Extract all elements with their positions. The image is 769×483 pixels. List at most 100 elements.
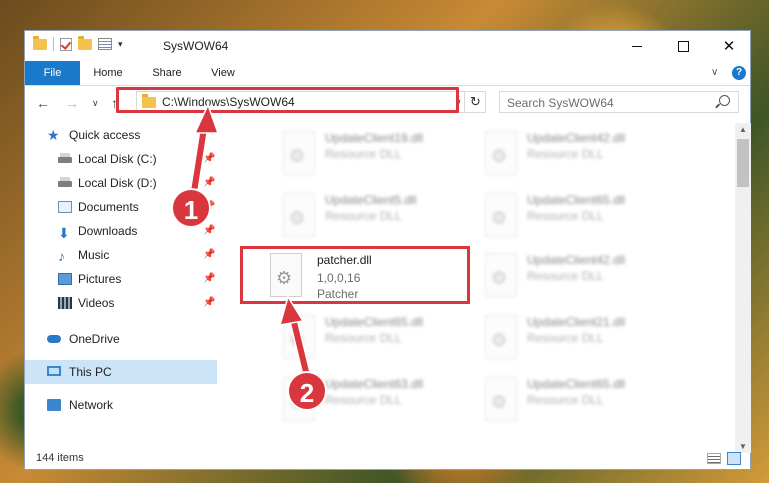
file-description: Resource DLL [527,147,604,161]
sidebar-item-label: Downloads [78,224,138,238]
tab-home[interactable]: Home [87,61,129,85]
file-item[interactable]: ⚙ UpdateClient42.dll Resource DLL [485,127,705,183]
gear-icon: ⚙ [289,330,306,350]
scroll-thumb[interactable] [737,139,749,187]
file-description: Resource DLL [527,331,604,345]
search-box[interactable]: Search SysWOW64 [499,91,739,113]
file-name: UpdateClient65.dll [527,377,626,391]
dll-file-icon: ⚙ [283,131,315,175]
file-name: UpdateClient19.dll [325,131,424,145]
refresh-icon[interactable]: ↻ [464,91,486,113]
tab-view[interactable]: View [203,61,243,85]
this-pc-icon [47,366,61,376]
file-item[interactable]: ⚙ UpdateClient65.dll Resource DLL [283,311,503,367]
properties-check-icon[interactable] [60,37,72,51]
pin-icon[interactable]: 📌 [203,267,215,291]
downloads-icon: ⬇ [58,225,70,241]
file-item[interactable]: ⚙ UpdateClient19.dll Resource DLL [283,127,503,183]
minimize-icon [632,45,642,47]
gear-icon: ⚙ [289,146,306,166]
documents-icon [58,201,72,213]
dll-file-icon: ⚙ [485,315,517,359]
file-description: Resource DLL [527,393,604,407]
dll-file-icon: ⚙ [485,253,517,297]
file-item[interactable]: ⚙ UpdateClient65.dll Resource DLL [485,373,705,429]
sidebar-item-music[interactable]: ♪ Music 📌 [25,243,217,267]
patcher-file-highlight-box [240,246,470,304]
file-description: Resource DLL [325,331,402,345]
file-item[interactable]: ⚙ UpdateClient5.dll Resource DLL [283,189,503,245]
search-icon[interactable] [719,95,730,106]
gear-icon: ⚙ [491,268,508,288]
customize-toolbar-caret-icon[interactable]: ▾ [118,39,123,50]
file-description: Resource DLL [527,209,604,223]
step-2-badge: 2 [287,371,327,411]
dll-file-icon: ⚙ [283,315,315,359]
sidebar-item-network[interactable]: Network [25,393,217,417]
sidebar-item-local-disk-c[interactable]: Local Disk (C:) 📌 [25,147,217,171]
file-name: UpdateClient5.dll [325,193,417,207]
sidebar-item-videos[interactable]: Videos 📌 [25,291,217,315]
dll-file-icon: ⚙ [485,131,517,175]
star-icon: ★ [47,127,60,143]
sidebar-item-label: Network [69,398,114,412]
file-name: UpdateClient21.dll [527,315,626,329]
pin-icon[interactable]: 📌 [203,147,215,171]
back-arrow-icon[interactable]: ← [36,95,50,111]
close-icon: ✕ [722,37,736,55]
gear-icon: ⚙ [289,208,306,228]
maximize-button[interactable] [660,31,706,61]
file-item[interactable]: ⚙ UpdateClient21.dll Resource DLL [485,311,705,367]
close-button[interactable]: ✕ [706,31,752,61]
file-description: Resource DLL [527,269,604,283]
sidebar-item-label: Local Disk (C:) [78,152,157,166]
scroll-up-icon[interactable]: ▲ [739,125,747,134]
sidebar-item-label: Documents [78,200,139,214]
folder-icon[interactable] [33,35,47,50]
file-description: Resource DLL [325,209,402,223]
tab-share[interactable]: Share [145,61,189,85]
sidebar-item-this-pc[interactable]: This PC [25,360,217,384]
pin-icon[interactable]: 📌 [203,243,215,267]
sidebar-item-label: This PC [69,365,112,379]
sidebar-item-label: Videos [78,296,115,310]
details-view-icon[interactable] [707,453,721,464]
gear-icon: ⚙ [491,208,508,228]
sidebar-item-quick-access[interactable]: ★ Quick access [25,123,217,147]
separator [53,37,54,51]
sidebar-item-label: Pictures [78,272,122,286]
large-icons-view-icon[interactable] [727,452,741,465]
sidebar-item-onedrive[interactable]: OneDrive [25,327,217,351]
file-name: UpdateClient63.dll [325,377,424,391]
search-input[interactable]: Search SysWOW64 [507,96,614,110]
status-bar: 144 items [25,449,750,469]
music-icon: ♪ [58,248,65,264]
ribbon-tabs: File Home Share View [25,61,750,86]
onedrive-icon [47,335,61,343]
properties-icon[interactable] [98,38,112,50]
file-name: UpdateClient65.dll [527,193,626,207]
pin-icon[interactable]: 📌 [203,291,215,315]
drive-icon [58,177,72,187]
file-name: UpdateClient65.dll [325,315,424,329]
pin-icon[interactable]: 📌 [203,219,215,243]
navigation-pane: ★ Quick access Local Disk (C:) 📌 Local D… [25,123,221,453]
minimize-button[interactable] [614,31,660,61]
gear-icon: ⚙ [491,146,508,166]
forward-arrow-icon[interactable]: → [65,95,79,111]
sidebar-item-pictures[interactable]: Pictures 📌 [25,267,217,291]
videos-icon [58,297,72,309]
file-item[interactable]: ⚙ UpdateClient42.dll Resource DLL [485,249,705,305]
file-name: UpdateClient42.dll [527,253,626,267]
vertical-scrollbar[interactable]: ▲ ▼ [735,123,751,453]
gear-icon: ⚙ [491,330,508,350]
help-icon[interactable]: ? [732,66,746,80]
recent-locations-chevron-icon[interactable]: ∨ [92,98,99,109]
network-icon [47,399,61,411]
pin-icon[interactable]: 📌 [203,171,215,195]
expand-ribbon-icon[interactable]: ∨ [711,67,718,78]
file-item[interactable]: ⚙ UpdateClient65.dll Resource DLL [485,189,705,245]
tab-file[interactable]: File [25,61,80,85]
file-description: Resource DLL [325,147,402,161]
new-folder-icon[interactable] [78,35,92,50]
